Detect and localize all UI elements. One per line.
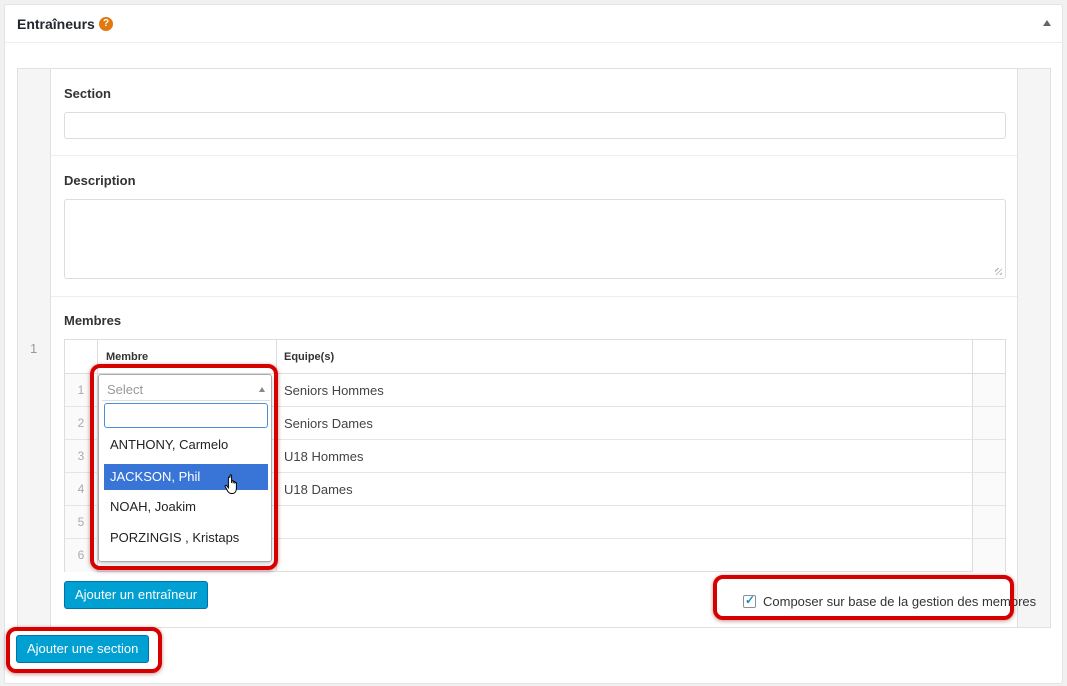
dropdown-option-highlighted[interactable]: JACKSON, Phil	[104, 464, 268, 490]
column-divider	[276, 473, 277, 505]
field-divider	[51, 296, 1017, 297]
row-index[interactable]: 6	[65, 539, 98, 572]
header-number-cell	[65, 340, 98, 373]
column-divider	[276, 440, 277, 472]
description-label: Description	[64, 173, 136, 188]
panel-header[interactable]: Entraîneurs ?	[5, 5, 1062, 43]
field-divider	[51, 155, 1017, 156]
row-number: 1	[30, 341, 38, 356]
row-index[interactable]: 3	[65, 440, 98, 472]
dropdown-option[interactable]: ANTHONY, Carmelo	[104, 432, 268, 458]
team-cell: U18 Dames	[284, 482, 353, 497]
resize-grip-icon[interactable]	[995, 268, 1002, 275]
team-cell: Seniors Hommes	[284, 383, 384, 398]
dropdown-option[interactable]: PORZINGIS , Kristaps	[104, 525, 268, 551]
caret-up-icon	[259, 387, 265, 392]
check-mark-icon: ✓	[745, 593, 756, 607]
team-cell: Seniors Dames	[284, 416, 373, 431]
row-index[interactable]: 4	[65, 473, 98, 505]
member-select[interactable]: Select	[102, 377, 270, 401]
row-actions-cell[interactable]	[972, 539, 1005, 572]
row-drag-handle[interactable]: 1	[18, 69, 50, 627]
column-header-member: Membre	[106, 351, 149, 363]
row-actions-cell[interactable]	[972, 440, 1005, 472]
column-divider	[276, 340, 277, 373]
panel-title: Entraîneurs	[17, 16, 95, 32]
table-header-row: Membre Equipe(s)	[65, 340, 1005, 374]
row-index[interactable]: 5	[65, 506, 98, 538]
description-textarea[interactable]	[64, 199, 1006, 279]
column-divider	[276, 407, 277, 439]
compose-checkbox-label[interactable]: Composer sur base de la gestion des memb…	[763, 594, 1036, 609]
team-cell: U18 Hommes	[284, 449, 364, 464]
section-label: Section	[64, 86, 111, 101]
row-index[interactable]: 1	[65, 374, 98, 406]
dropdown-search-input[interactable]	[104, 403, 268, 428]
column-header-teams: Equipe(s)	[284, 351, 335, 363]
collapse-arrow-icon[interactable]	[1043, 20, 1051, 26]
column-divider	[276, 374, 277, 406]
row-actions-cell[interactable]	[972, 473, 1005, 505]
column-divider	[276, 506, 277, 538]
header-actions-cell	[972, 340, 1005, 373]
member-select-dropdown[interactable]: Select ANTHONY, Carmelo JACKSON, Phil NO…	[98, 374, 272, 562]
compose-checkbox[interactable]: ✓	[743, 593, 756, 608]
row-actions-cell[interactable]	[972, 506, 1005, 538]
column-divider	[276, 539, 277, 572]
select-placeholder: Select	[107, 382, 144, 397]
coaches-panel: Entraîneurs ? 1 Section Description Memb…	[4, 4, 1063, 684]
row-index[interactable]: 2	[65, 407, 98, 439]
members-label: Membres	[64, 313, 122, 328]
dropdown-option[interactable]: NOAH, Joakim	[104, 494, 268, 520]
row-actions-cell[interactable]	[972, 374, 1005, 406]
help-icon[interactable]: ?	[99, 17, 113, 31]
hand-pointer-icon	[224, 474, 237, 494]
row-actions-cell[interactable]	[972, 407, 1005, 439]
add-coach-button[interactable]: Ajouter un entraîneur	[64, 581, 209, 609]
section-input[interactable]	[64, 112, 1006, 139]
add-section-button[interactable]: Ajouter une section	[16, 635, 150, 663]
